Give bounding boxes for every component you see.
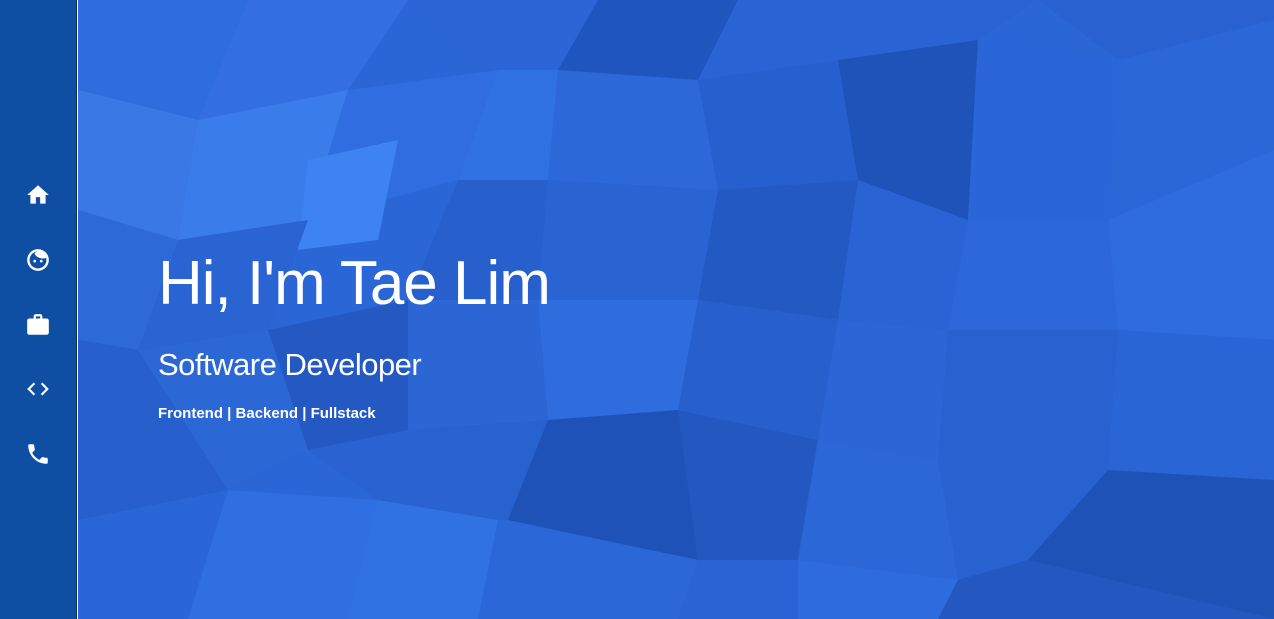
- sidebar-item-projects[interactable]: [0, 367, 76, 411]
- page: Hi, I'm Tae Lim Software Developer Front…: [0, 0, 1274, 619]
- hero-headline: Hi, I'm Tae Lim: [158, 249, 551, 318]
- hero-subtitle: Software Developer: [158, 347, 422, 382]
- hero-section: Hi, I'm Tae Lim Software Developer Front…: [78, 0, 1274, 619]
- sidebar-item-about[interactable]: [0, 238, 76, 282]
- code-icon: [25, 376, 51, 402]
- briefcase-icon: [25, 312, 51, 338]
- face-icon: [25, 247, 51, 273]
- phone-icon: [25, 441, 51, 467]
- sidebar-nav: [0, 0, 77, 619]
- hero-tagline: Frontend | Backend | Fullstack: [158, 405, 376, 422]
- sidebar-item-work[interactable]: [0, 303, 76, 347]
- home-icon: [25, 182, 51, 208]
- sidebar-item-contact[interactable]: [0, 432, 76, 476]
- sidebar-item-home[interactable]: [0, 173, 76, 217]
